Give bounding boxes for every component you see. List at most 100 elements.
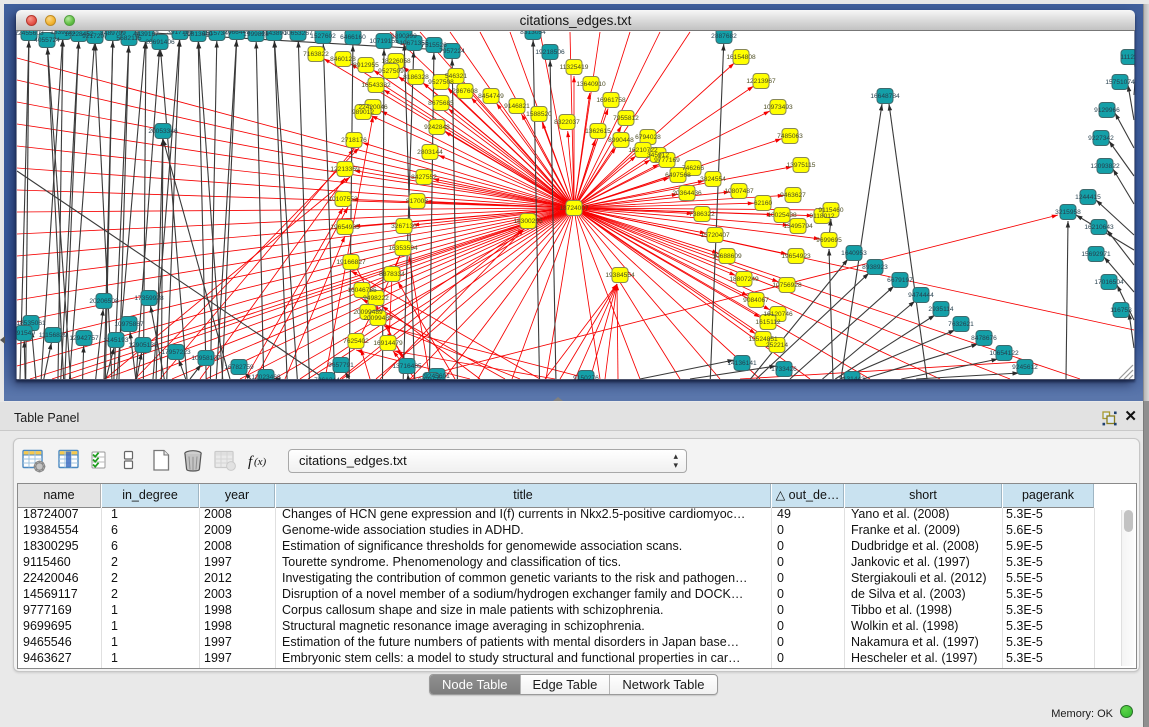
svg-text:11156829: 11156829	[39, 332, 68, 339]
svg-text:12213369: 12213369	[330, 166, 360, 173]
svg-text:116753: 116753	[1110, 307, 1132, 314]
svg-text:6679197: 6679197	[887, 277, 913, 284]
svg-text:19384554: 19384554	[605, 272, 635, 279]
svg-text:1588520: 1588520	[526, 111, 552, 118]
svg-text:10654122: 10654122	[989, 350, 1019, 357]
svg-text:9227342: 9227342	[1088, 135, 1114, 142]
svg-text:7632621: 7632621	[948, 321, 974, 328]
svg-text:1145193: 1145193	[103, 337, 129, 344]
svg-text:16046785: 16046785	[347, 287, 377, 294]
svg-text:8990448: 8990448	[608, 137, 634, 144]
svg-text:9699695: 9699695	[816, 237, 842, 244]
svg-text:20364436: 20364436	[672, 190, 702, 197]
svg-text:9084067: 9084067	[743, 297, 769, 304]
svg-text:9129966: 9129966	[1094, 107, 1120, 114]
svg-text:1615112: 1615112	[755, 319, 781, 326]
svg-text:7955812: 7955812	[613, 115, 639, 122]
svg-text:8427552: 8427552	[411, 174, 437, 181]
svg-text:11325419: 11325419	[560, 64, 589, 71]
svg-text:2867608: 2867608	[452, 88, 478, 95]
svg-text:18226058: 18226058	[381, 58, 411, 65]
svg-text:8938923: 8938923	[862, 264, 888, 271]
svg-text:9242848: 9242848	[424, 124, 450, 131]
svg-text:9474444: 9474444	[908, 292, 934, 299]
svg-text:3267130: 3267130	[391, 223, 417, 230]
svg-text:1362615: 1362615	[585, 128, 611, 135]
svg-text:16543382: 16543382	[361, 82, 391, 89]
svg-text:8186328: 8186328	[403, 74, 429, 81]
svg-text:10688609: 10688609	[712, 253, 742, 260]
svg-text:10025438: 10025438	[767, 212, 797, 219]
svg-text:13716485: 13716485	[392, 363, 422, 370]
svg-text:9527509: 9527509	[378, 68, 404, 75]
svg-text:18535061: 18535061	[16, 320, 46, 327]
svg-text:1640953: 1640953	[841, 250, 867, 257]
svg-text:9146821: 9146821	[504, 103, 530, 110]
svg-text:19218506: 19218506	[535, 49, 565, 56]
svg-text:7957224: 7957224	[439, 48, 465, 55]
svg-text:2803144: 2803144	[417, 149, 443, 156]
svg-text:20053346: 20053346	[148, 128, 178, 135]
svg-text:17016504: 17016504	[1094, 279, 1124, 286]
svg-text:9118012: 9118012	[809, 213, 835, 220]
svg-text:6497568: 6497568	[665, 172, 691, 179]
svg-text:989012: 989012	[352, 109, 374, 116]
svg-text:9115460: 9115460	[818, 207, 844, 214]
svg-text:20206508: 20206508	[89, 298, 119, 305]
svg-text:10973493: 10973493	[763, 104, 793, 111]
svg-text:3215958: 3215958	[1055, 209, 1081, 216]
svg-text:2887682: 2887682	[711, 33, 737, 40]
svg-text:13640910: 13640910	[576, 81, 606, 88]
svg-text:8313054: 8313054	[520, 31, 546, 36]
svg-text:11123: 11123	[1120, 54, 1135, 61]
svg-text:252214: 252214	[766, 342, 788, 349]
svg-text:16961758: 16961758	[596, 97, 626, 104]
svg-text:10807487: 10807487	[724, 188, 754, 195]
svg-text:9498222: 9498222	[363, 295, 389, 302]
svg-text:7163822: 7163822	[303, 51, 329, 58]
svg-text:546321: 546321	[445, 73, 467, 80]
svg-text:1244415: 1244415	[1075, 194, 1101, 201]
svg-text:7485063: 7485063	[777, 133, 803, 140]
svg-text:16782759: 16782759	[224, 364, 254, 371]
svg-text:16120746: 16120746	[763, 311, 793, 318]
svg-text:20691406: 20691406	[145, 39, 175, 46]
svg-text:9657791: 9657791	[328, 362, 354, 369]
svg-text:391549: 391549	[16, 330, 35, 337]
svg-text:8878334: 8878334	[379, 271, 405, 278]
svg-text:62160: 62160	[754, 200, 773, 207]
svg-text:8454749: 8454749	[478, 93, 504, 100]
svg-text:18807249: 18807249	[729, 276, 759, 283]
svg-text:17957223: 17957223	[161, 349, 191, 356]
svg-text:10653267: 10653267	[283, 31, 313, 37]
svg-text:1733426: 1733426	[771, 366, 797, 373]
svg-text:1890399: 1890399	[391, 33, 417, 40]
svg-text:3824554: 3824554	[700, 176, 726, 183]
svg-text:817008: 817008	[406, 198, 428, 205]
svg-text:9527508: 9527508	[428, 79, 454, 86]
svg-text:19166827: 19166827	[336, 259, 366, 266]
svg-text:1527602: 1527602	[310, 33, 336, 40]
svg-text:15751074: 15751074	[1105, 79, 1135, 86]
svg-text:16353594: 16353594	[388, 245, 418, 252]
svg-text:18724007: 18724007	[559, 205, 589, 212]
svg-text:9777169: 9777169	[654, 157, 680, 164]
svg-text:12213967: 12213967	[746, 78, 776, 85]
svg-text:8478676: 8478676	[971, 335, 997, 342]
svg-text:4439167: 4439167	[133, 31, 159, 38]
svg-text:9463627: 9463627	[780, 192, 806, 199]
svg-text:8912955: 8912955	[353, 62, 379, 69]
svg-text:10756928: 10756928	[772, 282, 802, 289]
svg-text:15720407: 15720407	[700, 232, 730, 239]
svg-text:9245612: 9245612	[1012, 364, 1038, 371]
svg-text:10107552: 10107552	[328, 196, 358, 203]
svg-text:16210643: 16210643	[1084, 224, 1114, 231]
svg-text:6466160: 6466160	[340, 34, 366, 41]
svg-text:12942757: 12942757	[69, 335, 99, 342]
svg-text:(x): (x)	[254, 456, 267, 468]
svg-text:12093822: 12093822	[1090, 163, 1120, 170]
svg-text:746266: 746266	[682, 165, 704, 172]
svg-text:16914479: 16914479	[373, 340, 403, 347]
svg-text:19654923: 19654923	[781, 253, 811, 260]
svg-text:18300295: 18300295	[513, 218, 543, 225]
